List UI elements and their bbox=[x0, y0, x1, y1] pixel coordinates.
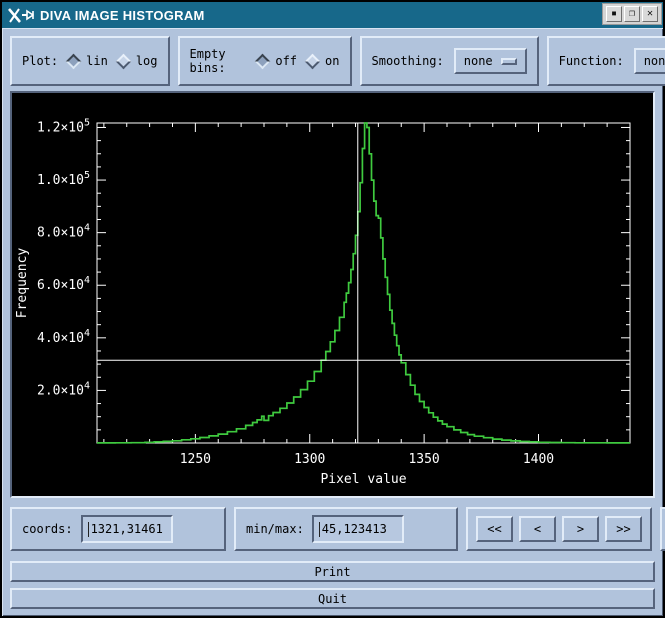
window-body: Plot: lin log Empty bins: off o bbox=[2, 28, 663, 616]
y-tick-label: 2.0×104 bbox=[37, 380, 90, 398]
title-bar[interactable]: DIVA IMAGE HISTOGRAM bbox=[2, 2, 663, 28]
minimize-icon: ▪ bbox=[611, 9, 617, 19]
scale-buttons-group: x2 /2 bbox=[660, 507, 665, 551]
radio-off[interactable]: off bbox=[257, 54, 297, 68]
radio-off-label: off bbox=[275, 54, 297, 68]
plot-mode-label: Plot: bbox=[22, 54, 58, 68]
smoothing-group: Smoothing: none bbox=[360, 36, 539, 86]
app-window: DIVA IMAGE HISTOGRAM ▪ ❐ ✕ Plot: lin log… bbox=[0, 0, 665, 618]
minmax-value: 45,123413 bbox=[322, 522, 387, 536]
empty-bins-label: Empty bins: bbox=[190, 47, 248, 75]
function-group: Function: none bbox=[547, 36, 665, 86]
maximize-button[interactable]: ❐ bbox=[624, 6, 640, 22]
radio-log-label: log bbox=[136, 54, 158, 68]
radio-diamond-icon[interactable] bbox=[305, 53, 321, 69]
nav-buttons-group: << < > >> bbox=[466, 507, 652, 551]
y-tick-label: 1.2×105 bbox=[37, 117, 90, 135]
smoothing-label: Smoothing: bbox=[372, 54, 444, 68]
coords-group: coords: 1321,31461 bbox=[10, 507, 226, 551]
radio-log[interactable]: log bbox=[118, 54, 158, 68]
y-tick-label: 4.0×104 bbox=[37, 328, 90, 346]
x-logo-icon bbox=[8, 8, 34, 23]
minmax-input[interactable]: 45,123413 bbox=[312, 515, 404, 543]
close-icon: ✕ bbox=[647, 9, 653, 19]
print-button[interactable]: Print bbox=[10, 561, 655, 582]
histogram-line bbox=[97, 123, 630, 443]
minmax-group: min/max: 45,123413 bbox=[234, 507, 458, 551]
y-tick-label: 1.0×105 bbox=[37, 170, 90, 188]
minmax-label: min/max: bbox=[246, 522, 304, 536]
function-label: Function: bbox=[559, 54, 624, 68]
radio-diamond-icon[interactable] bbox=[255, 53, 271, 69]
histogram-plot-panel[interactable]: 1250 1300 1350 1400 2.0×104 4.0×104 6.0×104 8.0… bbox=[10, 91, 655, 498]
titlebar-buttons: ▪ ❐ ✕ bbox=[602, 3, 662, 25]
text-cursor-icon bbox=[88, 522, 89, 537]
radio-lin[interactable]: lin bbox=[68, 54, 108, 68]
quit-button[interactable]: Quit bbox=[10, 588, 655, 609]
x-tick-label: 1250 bbox=[180, 452, 211, 467]
coords-value: 1321,31461 bbox=[91, 522, 163, 536]
y-axis-title: Frequency bbox=[15, 248, 30, 319]
close-button[interactable]: ✕ bbox=[642, 6, 658, 22]
x-tick-label: 1350 bbox=[408, 452, 439, 467]
y-tick-label: 6.0×104 bbox=[37, 275, 90, 293]
coords-label: coords: bbox=[22, 522, 73, 536]
smoothing-dropdown[interactable]: none bbox=[454, 48, 527, 74]
bottom-controls: coords: 1321,31461 min/max: 45,123413 <<… bbox=[10, 506, 655, 552]
x-tick-label: 1300 bbox=[294, 452, 325, 467]
y-tick-label: 8.0×104 bbox=[37, 223, 90, 241]
function-value: none bbox=[644, 54, 665, 68]
step-back-button[interactable]: < bbox=[519, 516, 556, 542]
radio-diamond-icon[interactable] bbox=[116, 53, 132, 69]
plot-mode-group: Plot: lin log bbox=[10, 36, 170, 86]
coords-input[interactable]: 1321,31461 bbox=[81, 515, 173, 543]
radio-diamond-icon[interactable] bbox=[66, 53, 82, 69]
function-dropdown[interactable]: none bbox=[634, 48, 665, 74]
empty-bins-group: Empty bins: off on bbox=[178, 36, 352, 86]
radio-on-label: on bbox=[325, 54, 339, 68]
step-last-button[interactable]: >> bbox=[605, 516, 642, 542]
minimize-button[interactable]: ▪ bbox=[606, 6, 622, 22]
text-cursor-icon bbox=[319, 522, 320, 537]
plot-frame bbox=[97, 123, 630, 443]
x-axis-title: Pixel value bbox=[320, 472, 406, 487]
step-first-button[interactable]: << bbox=[476, 516, 513, 542]
radio-on[interactable]: on bbox=[307, 54, 339, 68]
option-menu-icon bbox=[501, 58, 517, 65]
smoothing-value: none bbox=[464, 54, 493, 68]
radio-lin-label: lin bbox=[86, 54, 108, 68]
histogram-chart[interactable]: 1250 1300 1350 1400 2.0×104 4.0×104 6.0×104 8.0… bbox=[12, 93, 657, 496]
maximize-icon: ❐ bbox=[629, 9, 635, 19]
x-tick-label: 1400 bbox=[523, 452, 554, 467]
step-forward-button[interactable]: > bbox=[562, 516, 599, 542]
window-title: DIVA IMAGE HISTOGRAM bbox=[40, 8, 205, 23]
toolbar: Plot: lin log Empty bins: off o bbox=[10, 36, 655, 86]
